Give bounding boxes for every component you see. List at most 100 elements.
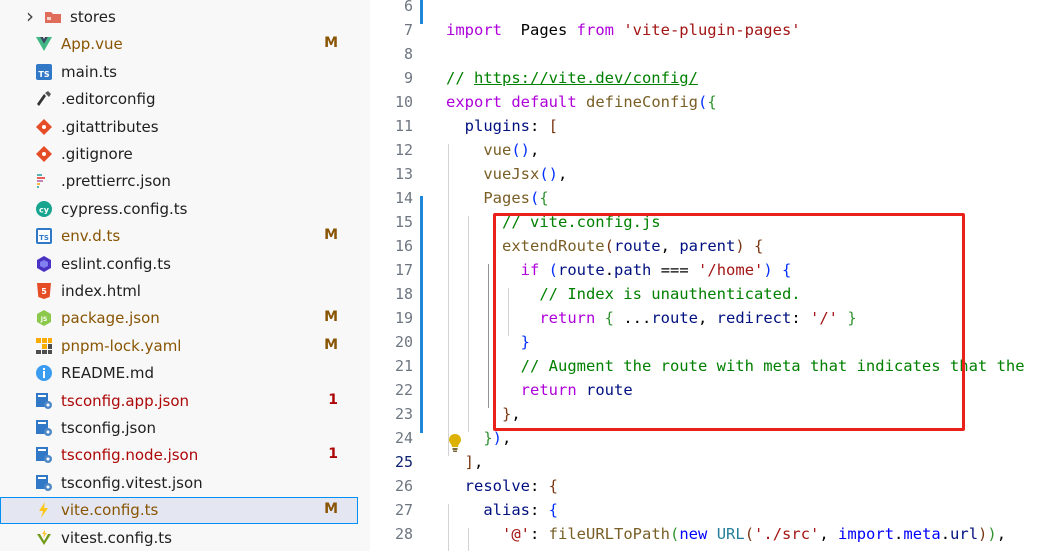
line-number[interactable]: 15 xyxy=(370,210,413,234)
dirty-diff-marker[interactable] xyxy=(420,0,423,24)
prettier-icon xyxy=(35,172,53,190)
explorer-file[interactable]: eslint.config.ts xyxy=(0,251,358,278)
line-number[interactable]: 17 xyxy=(370,258,413,282)
file-name: vitest.config.ts xyxy=(61,529,172,547)
file-name: cypress.config.ts xyxy=(61,200,188,218)
explorer-file[interactable]: .prettierrc.json xyxy=(0,168,358,195)
lightbulb-icon[interactable] xyxy=(447,433,463,453)
explorer-file[interactable]: README.md xyxy=(0,360,358,387)
explorer-file[interactable]: TS main.ts xyxy=(0,59,358,86)
code-token: vue xyxy=(446,141,512,159)
code-token: URL xyxy=(716,525,745,543)
line-number[interactable]: 26 xyxy=(370,474,413,498)
code-token: () xyxy=(539,165,558,183)
code-token: ] xyxy=(446,453,474,471)
explorer-file[interactable]: tsconfig.node.json 1 xyxy=(0,442,358,469)
vitest-icon xyxy=(35,529,53,547)
line-number[interactable]: 12 xyxy=(370,138,413,162)
explorer-file[interactable]: vite.config.ts M xyxy=(0,497,358,524)
file-name: App.vue xyxy=(61,35,123,53)
explorer-file[interactable]: pnpm-lock.yaml M xyxy=(0,333,358,360)
code-line[interactable]: vue(), xyxy=(446,138,539,162)
info-icon xyxy=(35,364,53,382)
dirty-diff-marker[interactable] xyxy=(420,196,423,433)
line-number[interactable]: 23 xyxy=(370,402,413,426)
code-token: url xyxy=(950,525,979,543)
svg-text:JS: JS xyxy=(40,316,48,323)
explorer-file[interactable]: tsconfig.app.json 1 xyxy=(0,388,358,415)
explorer-file[interactable]: tsconfig.vitest.json xyxy=(0,470,358,497)
file-explorer: › stores App.vue M TS main.ts .editorconfig .gi… xyxy=(0,0,358,551)
explorer-file[interactable]: 5 index.html xyxy=(0,278,358,305)
line-number[interactable]: 14 xyxy=(370,186,413,210)
code-line[interactable]: alias: { xyxy=(446,498,558,522)
typescript-icon: TS xyxy=(35,63,53,81)
line-number[interactable]: 11 xyxy=(370,114,413,138)
vue-icon xyxy=(35,35,53,53)
code-token: fileURLToPath xyxy=(548,525,670,543)
line-number[interactable]: 21 xyxy=(370,354,413,378)
code-token: , xyxy=(996,525,1007,543)
file-name: pnpm-lock.yaml xyxy=(61,337,182,355)
line-number[interactable]: 6 xyxy=(370,0,413,18)
explorer-file[interactable]: tsconfig.json xyxy=(0,415,358,442)
eslint-icon xyxy=(35,255,53,273)
code-line[interactable]: resolve: { xyxy=(446,474,558,498)
line-number[interactable]: 16 xyxy=(370,234,413,258)
git-icon xyxy=(35,118,53,136)
line-number[interactable]: 24 xyxy=(370,426,413,450)
line-number[interactable]: 22 xyxy=(370,378,413,402)
code-token: import xyxy=(446,21,502,39)
git-status-badge: M xyxy=(324,337,338,353)
explorer-file[interactable]: App.vue M xyxy=(0,31,358,58)
code-line[interactable]: vueJsx(), xyxy=(446,162,567,186)
file-name: .gitignore xyxy=(61,145,133,163)
line-number[interactable]: 25 xyxy=(370,450,413,474)
file-name: package.json xyxy=(61,309,160,327)
line-number[interactable]: 10 xyxy=(370,90,413,114)
html-icon: 5 xyxy=(35,282,53,300)
line-number[interactable]: 28 xyxy=(370,522,413,546)
chevron-right-icon[interactable]: › xyxy=(26,4,34,28)
code-token: defineConfig xyxy=(586,93,698,111)
line-number[interactable]: 7 xyxy=(370,18,413,42)
line-number[interactable]: 8 xyxy=(370,42,413,66)
git-status-badge: M xyxy=(324,501,338,517)
code-token: 'vite-plugin-pages' xyxy=(613,21,801,39)
code-line[interactable]: Pages({ xyxy=(446,186,548,210)
svg-text:cy: cy xyxy=(39,206,50,215)
sidebar-scrollbar[interactable] xyxy=(358,0,370,551)
line-number[interactable]: 9 xyxy=(370,66,413,90)
code-token: { xyxy=(548,477,559,495)
git-icon xyxy=(35,145,53,163)
line-number[interactable]: 18 xyxy=(370,282,413,306)
explorer-file[interactable]: .gitignore xyxy=(0,141,358,168)
code-token: : xyxy=(530,501,549,519)
line-number[interactable]: 13 xyxy=(370,162,413,186)
code-line[interactable]: import Pages from 'vite-plugin-pages' xyxy=(446,18,801,42)
line-number[interactable]: 19 xyxy=(370,306,413,330)
line-number[interactable]: 27 xyxy=(370,498,413,522)
problem-count-badge: 1 xyxy=(328,446,338,462)
explorer-file[interactable]: .editorconfig xyxy=(0,86,358,113)
pnpm-icon xyxy=(35,337,53,355)
explorer-file[interactable]: .gitattributes xyxy=(0,114,358,141)
explorer-file[interactable]: vitest.config.ts xyxy=(0,525,358,551)
code-line[interactable]: ], xyxy=(446,450,484,474)
code-token: meta xyxy=(903,525,941,543)
vite-icon xyxy=(35,501,53,519)
explorer-file[interactable]: TS env.d.ts M xyxy=(0,223,358,250)
line-number[interactable]: 20 xyxy=(370,330,413,354)
code-token: new xyxy=(679,525,708,543)
code-token: from xyxy=(576,21,614,39)
code-line[interactable]: // https://vite.dev/config/ xyxy=(446,66,698,90)
code-line[interactable]: export default defineConfig({ xyxy=(446,90,717,114)
explorer-folder[interactable]: › stores xyxy=(0,4,358,31)
code-line[interactable]: plugins: [ xyxy=(446,114,558,138)
typescript-def-icon: TS xyxy=(35,227,53,245)
explorer-file[interactable]: cy cypress.config.ts xyxy=(0,196,358,223)
explorer-file[interactable]: JS package.json M xyxy=(0,305,358,332)
code-line[interactable]: '@': fileURLToPath(new URL('./src', impo… xyxy=(446,522,1006,546)
